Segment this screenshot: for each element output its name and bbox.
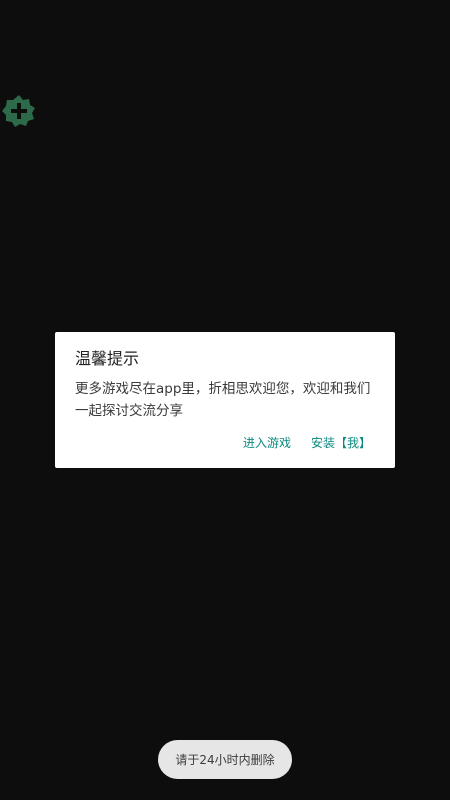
enter-game-button[interactable]: 进入游戏 (243, 432, 291, 453)
app-screen: 温馨提示 更多游戏尽在app里，折相思欢迎您，欢迎和我们一起探讨交流分享 进入游… (0, 0, 450, 800)
toast-message: 请于24小时内删除 (158, 740, 292, 779)
dialog-message: 更多游戏尽在app里，折相思欢迎您，欢迎和我们一起探讨交流分享 (75, 381, 371, 419)
dialog-title: 温馨提示 (75, 349, 140, 368)
dialog-actions: 进入游戏 安装【我】 (243, 432, 371, 453)
alert-dialog: 温馨提示 更多游戏尽在app里，折相思欢迎您，欢迎和我们一起探讨交流分享 进入游… (55, 332, 395, 468)
plus-badge-icon[interactable] (2, 94, 36, 128)
install-button[interactable]: 安装【我】 (311, 432, 371, 453)
